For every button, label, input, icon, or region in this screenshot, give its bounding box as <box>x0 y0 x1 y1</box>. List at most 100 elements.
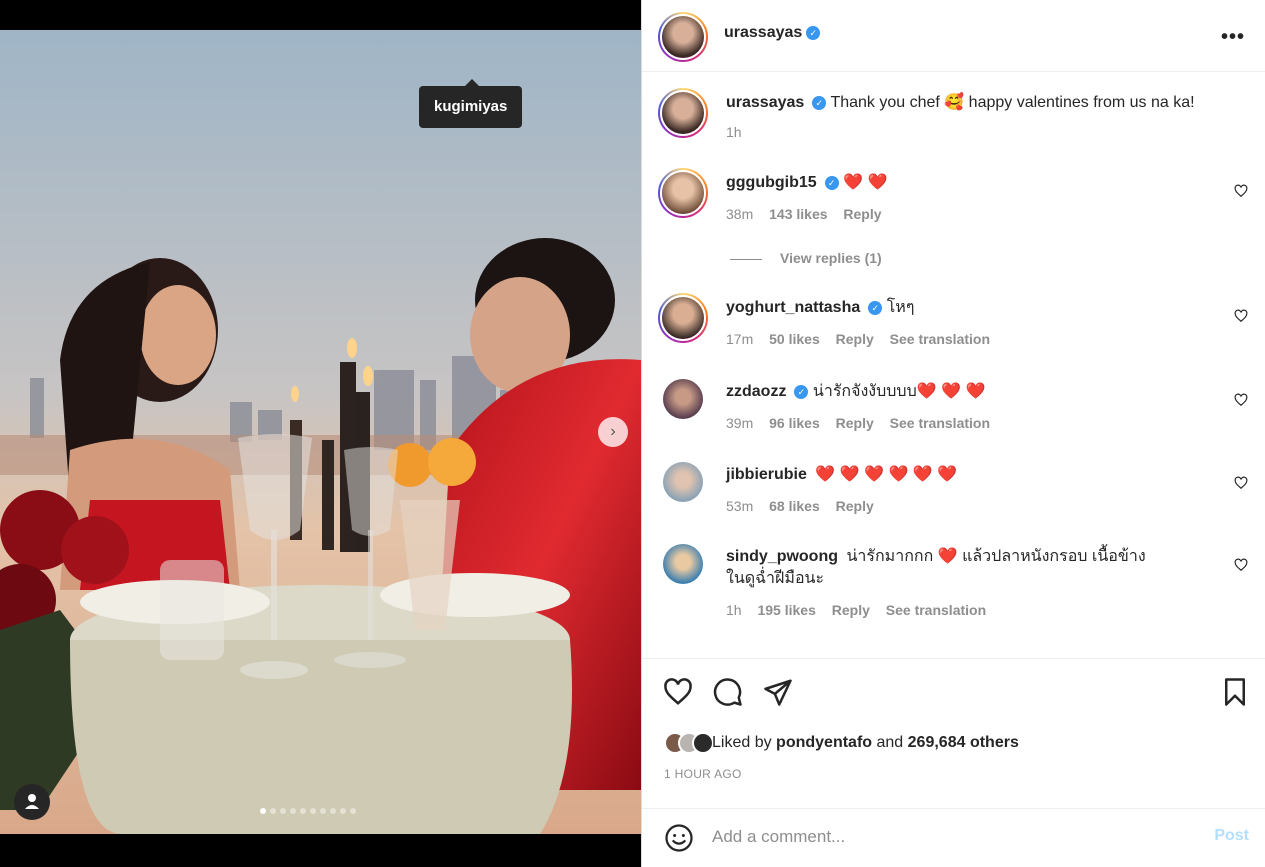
comment-avatar[interactable] <box>658 168 708 218</box>
smile-icon[interactable] <box>664 823 694 853</box>
comment-avatar[interactable] <box>663 379 703 419</box>
comment-username[interactable]: jibbierubie <box>726 466 807 483</box>
author-avatar[interactable] <box>658 12 708 62</box>
comment-text: โหๆ <box>886 299 915 316</box>
likes-prefix: Liked by <box>712 734 772 751</box>
caption-time: 1h <box>726 124 742 140</box>
carousel-dot <box>330 808 336 814</box>
carousel-dot <box>270 808 276 814</box>
heart-icon[interactable] <box>663 677 693 707</box>
heart-icon[interactable] <box>1234 184 1248 198</box>
reply-button[interactable]: Reply <box>836 415 874 431</box>
liker-username[interactable]: pondyentafo <box>776 734 872 752</box>
reply-button[interactable]: Reply <box>832 602 870 618</box>
see-translation-button[interactable]: See translation <box>890 331 990 347</box>
chevron-right-icon: › <box>610 423 616 440</box>
comment-username[interactable]: sindy_pwoong <box>726 548 838 565</box>
carousel-dot <box>290 808 296 814</box>
comment-likes[interactable]: 96 likes <box>769 415 820 431</box>
likes-others[interactable]: 269,684 others <box>908 734 1019 752</box>
comment-item: jibbierubie ❤️ ❤️ ❤️ ❤️ ❤️ ❤️ 53m 68 lik… <box>658 460 1254 520</box>
heart-icon[interactable] <box>1234 393 1248 407</box>
comment-item: zzdaozz ✓ น่ารักจังงับบบบ❤️ ❤️ ❤️ 39m 96 … <box>658 377 1254 437</box>
see-translation-button[interactable]: See translation <box>886 602 986 618</box>
verified-icon: ✓ <box>868 301 883 315</box>
post-button[interactable]: Post <box>1214 827 1249 845</box>
comment-input[interactable] <box>712 821 1192 853</box>
comment-line: yoghurt_nattasha ✓ โหๆ <box>726 297 1226 319</box>
comment-time: 53m <box>726 498 754 514</box>
comment-text: ❤️ ❤️ <box>843 174 888 191</box>
heart-icon[interactable] <box>1234 476 1248 490</box>
carousel-dot <box>280 808 286 814</box>
comment-likes[interactable]: 195 likes <box>757 602 815 618</box>
comment-icon[interactable] <box>713 677 743 707</box>
comment-avatar[interactable] <box>658 293 708 343</box>
carousel-dot <box>310 808 316 814</box>
comment-meta: 17m 50 likes Reply See translation <box>726 331 1002 347</box>
carousel-dot <box>340 808 346 814</box>
caption: urassayas ✓ Thank you chef 🥰 happy valent… <box>658 88 1254 148</box>
carousel-dot <box>300 808 306 814</box>
user-tag-label[interactable]: kugimiyas <box>419 79 523 128</box>
carousel-indicator <box>260 808 356 814</box>
verified-icon: ✓ <box>794 385 809 399</box>
comments-list[interactable]: urassayas ✓ Thank you chef 🥰 happy valent… <box>642 72 1265 658</box>
post-actions: Liked by pondyentafo and 269,684 others … <box>642 658 1265 808</box>
caption-text: Thank you chef 🥰 happy valentines from u… <box>830 94 1195 111</box>
comment-line: jibbierubie ❤️ ❤️ ❤️ ❤️ ❤️ ❤️ <box>726 464 1226 486</box>
user-tag-icon <box>25 794 39 809</box>
author-username[interactable]: urassayas <box>724 24 802 41</box>
tagged-users-button[interactable] <box>14 784 50 820</box>
reply-button[interactable]: Reply <box>843 206 881 222</box>
comment-meta: 53m 68 likes Reply <box>726 498 886 514</box>
likes-summary: Liked by pondyentafo and 269,684 others <box>664 731 1019 755</box>
comment-line: gggubgib15 ✓ ❤️ ❤️ <box>726 172 1226 194</box>
comment-likes[interactable]: 50 likes <box>769 331 820 347</box>
post-media: kugimiyas › <box>0 0 641 867</box>
caption-meta: 1h <box>726 124 754 140</box>
comment-meta: 39m 96 likes Reply See translation <box>726 415 1002 431</box>
carousel-dot <box>350 808 356 814</box>
carousel-dot <box>260 808 266 814</box>
comment-time: 39m <box>726 415 754 431</box>
comment-text: น่ารักจังงับบบบ❤️ ❤️ ❤️ <box>812 383 986 400</box>
post-photo[interactable] <box>0 30 641 834</box>
comment-time: 38m <box>726 206 754 222</box>
reply-button[interactable]: Reply <box>836 331 874 347</box>
see-translation-button[interactable]: See translation <box>890 415 990 431</box>
comment-meta: 38m 143 likes Reply <box>726 206 894 222</box>
caption-username[interactable]: urassayas <box>726 94 804 111</box>
share-icon[interactable] <box>763 677 793 707</box>
heart-icon[interactable] <box>1234 309 1248 323</box>
verified-icon: ✓ <box>806 26 821 40</box>
comment-time: 1h <box>726 602 742 618</box>
comment-username[interactable]: zzdaozz <box>726 383 786 400</box>
heart-icon[interactable] <box>1234 558 1248 572</box>
comment-item: gggubgib15 ✓ ❤️ ❤️ 38m 143 likes Reply <box>658 168 1254 228</box>
comment-item: yoghurt_nattasha ✓ โหๆ 17m 50 likes Reply… <box>658 293 1254 353</box>
carousel-next-button[interactable]: › <box>598 417 628 447</box>
more-icon[interactable]: ••• <box>1221 26 1245 49</box>
comment-avatar[interactable] <box>663 462 703 502</box>
caption-avatar[interactable] <box>658 88 708 138</box>
bookmark-icon[interactable] <box>1220 677 1250 707</box>
caption-line: urassayas ✓ Thank you chef 🥰 happy valent… <box>726 92 1226 114</box>
comment-username[interactable]: yoghurt_nattasha <box>726 299 860 316</box>
comment-line: zzdaozz ✓ น่ารักจังงับบบบ❤️ ❤️ ❤️ <box>726 381 1226 403</box>
comment-time: 17m <box>726 331 754 347</box>
reply-button[interactable]: Reply <box>836 498 874 514</box>
view-replies-button[interactable]: View replies (1) <box>730 250 882 266</box>
likers-avatars[interactable] <box>664 732 714 754</box>
add-comment-bar: Post <box>642 808 1265 867</box>
comment-avatar[interactable] <box>663 544 703 584</box>
comment-likes[interactable]: 68 likes <box>769 498 820 514</box>
likes-joiner: and <box>876 734 904 751</box>
comment-username[interactable]: gggubgib15 <box>726 174 817 191</box>
comment-item: sindy_pwoong น่ารักมากกก ❤️ แล้วปลาหนังก… <box>658 542 1254 626</box>
post-details-panel: urassayas ✓ ••• urassayas ✓ Thank you chef… <box>641 0 1265 867</box>
comment-meta: 1h 195 likes Reply See translation <box>726 602 998 618</box>
post-timestamp[interactable]: 1 HOUR AGO <box>664 767 742 781</box>
comment-likes[interactable]: 143 likes <box>769 206 827 222</box>
post-header: urassayas ✓ ••• <box>642 0 1265 72</box>
